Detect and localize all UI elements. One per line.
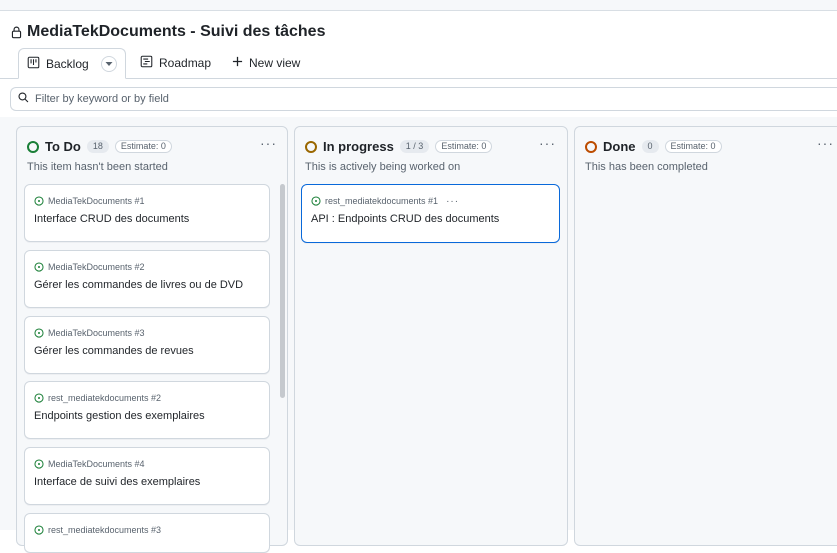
card-meta: MediaTekDocuments #2 — [34, 261, 260, 273]
new-view-button[interactable]: New view — [224, 48, 308, 78]
card-repo: rest_mediatekdocuments #2 — [48, 393, 162, 403]
column-title: In progress — [323, 139, 394, 154]
issue-open-icon — [34, 262, 44, 272]
column-scrollbar[interactable] — [280, 184, 285, 398]
column-description: This item hasn't been started — [27, 161, 168, 173]
card[interactable]: MediaTekDocuments #1 Interface CRUD des … — [24, 184, 270, 242]
status-todo-icon — [27, 140, 39, 153]
column-menu-icon[interactable]: ··· — [260, 136, 277, 150]
card-meta: MediaTekDocuments #4 — [34, 458, 260, 470]
card-meta: MediaTekDocuments #3 — [34, 327, 260, 339]
card-menu-icon[interactable]: ··· — [446, 196, 459, 207]
column-menu-icon[interactable]: ··· — [539, 136, 556, 150]
item-count: 18 — [86, 140, 109, 153]
issue-open-icon — [34, 393, 44, 403]
estimate-badge: Estimate: 0 — [435, 140, 493, 153]
roadmap-icon — [140, 55, 153, 71]
filter-bar[interactable] — [10, 87, 837, 111]
card[interactable]: MediaTekDocuments #3 Gérer les commandes… — [24, 316, 270, 374]
card-repo: rest_mediatekdocuments #3 — [48, 525, 162, 535]
tab-label: New view — [249, 56, 301, 70]
card-title: Interface CRUD des documents — [34, 213, 190, 225]
search-icon — [18, 90, 29, 108]
card-meta: rest_mediatekdocuments #1 ··· — [311, 195, 550, 207]
card[interactable]: rest_mediatekdocuments #2 Endpoints gest… — [24, 381, 270, 439]
card-title: API : Endpoints CRUD des documents — [311, 213, 500, 225]
card[interactable]: MediaTekDocuments #2 Gérer les commandes… — [24, 250, 270, 308]
column-title: Done — [603, 139, 636, 154]
project-header: MediaTekDocuments - Suivi des tâches — [10, 20, 325, 44]
card-title: Endpoints gestion des exemplaires — [34, 410, 205, 422]
issue-open-icon — [34, 328, 44, 338]
card-meta: rest_mediatekdocuments #3 — [34, 524, 260, 536]
card-title: Interface de suivi des exemplaires — [34, 476, 201, 488]
status-in-progress-icon — [305, 140, 317, 153]
estimate-badge: Estimate: 0 — [664, 140, 722, 153]
card-repo: MediaTekDocuments #3 — [48, 328, 145, 338]
project-title: MediaTekDocuments - Suivi des tâches — [27, 23, 326, 40]
issue-open-icon — [34, 525, 44, 535]
card-repo: MediaTekDocuments #4 — [48, 459, 145, 469]
column-menu-icon[interactable]: ··· — [817, 136, 834, 150]
column-header: To Do 18 Estimate: 0 — [27, 139, 172, 154]
card[interactable]: MediaTekDocuments #4 Interface de suivi … — [24, 447, 270, 505]
column-description: This is actively being worked on — [305, 161, 461, 173]
issue-open-icon — [34, 196, 44, 206]
column-header: Done 0 Estimate: 0 — [585, 139, 722, 154]
filter-input[interactable] — [35, 93, 837, 105]
item-count: 1 / 3 — [399, 140, 430, 153]
status-done-icon — [585, 140, 597, 153]
board-icon — [27, 56, 40, 72]
card-meta: MediaTekDocuments #1 — [34, 195, 260, 207]
tab-label: Roadmap — [159, 56, 212, 70]
tab-backlog[interactable]: Backlog — [18, 48, 126, 79]
estimate-badge: Estimate: 0 — [114, 140, 172, 153]
card-meta: rest_mediatekdocuments #2 — [34, 392, 260, 404]
issue-open-icon — [34, 459, 44, 469]
card-repo: rest_mediatekdocuments #1 — [325, 196, 439, 206]
plus-icon — [232, 56, 243, 70]
tab-label: Backlog — [46, 56, 89, 71]
column-description: This has been completed — [585, 161, 708, 173]
lock-icon — [10, 25, 23, 39]
column-header: In progress 1 / 3 Estimate: 0 — [305, 139, 493, 154]
card-title: Gérer les commandes de livres ou de DVD — [34, 279, 244, 291]
chevron-down-icon[interactable] — [100, 55, 117, 72]
card[interactable]: rest_mediatekdocuments #1 ··· API : Endp… — [301, 184, 560, 243]
card-repo: MediaTekDocuments #1 — [48, 196, 145, 206]
card-repo: MediaTekDocuments #2 — [48, 262, 145, 272]
card-title: Gérer les commandes de revues — [34, 345, 194, 357]
top-bar — [0, 0, 837, 11]
column-done: Done 0 Estimate: 0 ··· This has been com… — [574, 126, 837, 546]
card[interactable]: rest_mediatekdocuments #3 — [24, 513, 270, 553]
column-title: To Do — [45, 139, 81, 154]
item-count: 0 — [641, 140, 659, 153]
view-tabs: Backlog Roadmap New view — [0, 48, 837, 79]
tab-roadmap[interactable]: Roadmap — [132, 48, 219, 78]
issue-open-icon — [311, 196, 321, 206]
